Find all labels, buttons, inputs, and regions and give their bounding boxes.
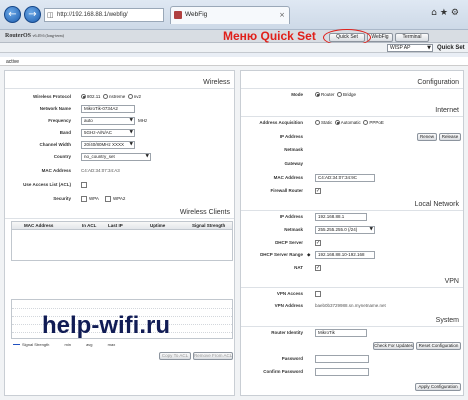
wpa-checkbox[interactable] xyxy=(81,196,87,202)
section-vpn: VPN xyxy=(444,278,459,285)
row-vpn-access: VPN Access xyxy=(241,290,463,299)
section-wireless: Wireless xyxy=(203,79,230,86)
row-local-ip: IP Address 192.168.88.1 xyxy=(241,213,463,222)
close-icon[interactable]: × xyxy=(279,7,285,23)
row-internet-mac: MAC Address C4:AD:34:07:34:9C xyxy=(241,174,463,183)
graph-legend: Signal Strength min avg max xyxy=(13,342,129,347)
browser-tab[interactable]: WebFig × xyxy=(170,6,290,24)
annotation-text: Меню Quick Set xyxy=(223,29,316,43)
mode-select[interactable]: WISP AP ▼ xyxy=(387,44,433,52)
renew-button[interactable]: Renew xyxy=(417,133,437,141)
remove-from-acl-button[interactable]: Remove From ACL xyxy=(193,352,233,360)
row-network-name: Network Name MikroTik-0734A2 xyxy=(5,105,234,114)
wireless-panel: Wireless Wireless Protocol 802.11 nstrem… xyxy=(4,70,235,396)
divider xyxy=(5,88,234,89)
divider xyxy=(241,287,463,288)
row-address-acquisition: Address Acquisition Static Automatic PPP… xyxy=(259,119,384,127)
row-channel-width: Channel Width 20/40/80MHz XXXX ▼ xyxy=(39,141,135,149)
row-local-netmask: Netmask 255.255.255.0 (/24) ▼ xyxy=(284,226,375,234)
section-local-network: Local Network xyxy=(414,201,459,208)
vpn-access-checkbox[interactable] xyxy=(315,291,321,297)
local-netmask-select[interactable]: 255.255.255.0 (/24) ▼ xyxy=(315,226,375,234)
country-select[interactable]: no_country_set ▼ xyxy=(81,153,151,161)
settings-panel: Configuration Mode Router Bridge Interne… xyxy=(240,70,464,396)
row-frequency: Frequency auto ▼ MHz xyxy=(48,117,148,125)
row-gateway: Gateway xyxy=(284,161,303,166)
divider xyxy=(5,218,234,219)
wireless-mac-value: C4:AD:34:07:34:A3 xyxy=(81,168,120,173)
page-icon: ◫ xyxy=(47,11,54,19)
row-router-identity: Router Identity MikroTik xyxy=(241,329,463,338)
row-use-acl: Use Access List (ACL) xyxy=(5,181,234,190)
vpn-address-value: baeb0b3729988.sn.mynetname.net xyxy=(315,303,386,308)
row-mode: Mode Router Bridge xyxy=(291,91,357,99)
wpa2-checkbox[interactable] xyxy=(105,196,111,202)
table-header: MAC Address In ACL Last IP Uptime Signal… xyxy=(12,222,232,230)
section-configuration: Configuration xyxy=(417,79,459,86)
acquisition-radios[interactable]: Static Automatic PPPoE xyxy=(315,119,384,127)
row-security: Security WPA WPA2 xyxy=(53,196,126,202)
back-arrow-icon[interactable]: ← xyxy=(4,6,21,23)
nat-checkbox[interactable]: ✓ xyxy=(315,265,321,271)
section-internet: Internet xyxy=(435,107,459,114)
watermark-text: help-wifi.ru xyxy=(42,312,170,339)
browser-menu-icons[interactable]: ⌂★⚙ xyxy=(431,8,462,18)
band-select[interactable]: 5GHz-A/N/AC ▼ xyxy=(81,129,135,137)
chevron-down-icon: ▼ xyxy=(427,45,431,51)
row-band: Band 5GHz-A/N/AC ▼ xyxy=(59,129,135,137)
divider xyxy=(241,116,463,117)
row-vpn-address: VPN Address baeb0b3729988.sn.mynetname.n… xyxy=(274,303,386,308)
local-ip-input[interactable]: 192.168.88.1 xyxy=(315,213,367,221)
dhcp-range-input[interactable]: 192.168.88.10-192.168 xyxy=(315,251,375,259)
terminal-button[interactable]: Terminal xyxy=(395,33,429,42)
routeros-logo: RouterOS v6.49.6 (long-term) xyxy=(5,33,64,39)
row-country: Country no_country_set ▼ xyxy=(53,153,151,161)
confirm-password-input[interactable] xyxy=(315,368,369,376)
row-confirm-password: Confirm Password xyxy=(241,368,463,377)
forward-arrow-icon[interactable]: → xyxy=(24,6,41,23)
firewall-checkbox[interactable]: ✓ xyxy=(315,188,321,194)
webfig-favicon-icon xyxy=(174,11,182,19)
protocol-radios[interactable]: 802.11 nstreme nv2 xyxy=(81,93,141,101)
apply-configuration-button[interactable]: Apply Configuration xyxy=(415,383,461,391)
browser-toolbar: ← → ◫ http://192.168.88.1/webfig/ WebFig… xyxy=(0,0,468,30)
row-dhcp-server: DHCP Server ✓ xyxy=(275,240,321,246)
mode-radios[interactable]: Router Bridge xyxy=(315,91,356,99)
status-bar: active xyxy=(0,57,468,66)
router-identity-input[interactable]: MikroTik xyxy=(315,329,367,337)
copy-to-acl-button[interactable]: Copy To ACL xyxy=(159,352,191,360)
dhcp-range-stepper-icon[interactable]: ◆ xyxy=(307,251,310,259)
clients-table[interactable]: MAC Address In ACL Last IP Uptime Signal… xyxy=(11,221,233,261)
channel-width-select[interactable]: 20/40/80MHz XXXX ▼ xyxy=(81,141,135,149)
release-button[interactable]: Release xyxy=(439,133,461,141)
main-content: Wireless Wireless Protocol 802.11 nstrem… xyxy=(0,66,468,400)
row-internet-netmask: Netmask xyxy=(284,147,303,152)
network-name-input[interactable]: MikroTik-0734A2 xyxy=(81,105,135,113)
row-wireless-protocol: Wireless Protocol 802.11 nstreme nv2 xyxy=(33,93,141,101)
dhcp-server-checkbox[interactable]: ✓ xyxy=(315,240,321,246)
address-bar[interactable]: ◫ http://192.168.88.1/webfig/ xyxy=(44,8,164,22)
divider xyxy=(241,88,463,89)
divider xyxy=(241,326,463,327)
section-wireless-clients: Wireless Clients xyxy=(179,209,230,216)
row-dhcp-range: DHCP Server Range ◆ 192.168.88.10-192.16… xyxy=(241,251,463,260)
row-mac-address: MAC Address C4:AD:34:07:34:A3 xyxy=(41,168,120,173)
section-system: System xyxy=(435,317,459,324)
frequency-select[interactable]: auto ▼ xyxy=(81,117,135,125)
password-input[interactable] xyxy=(315,355,369,363)
reset-configuration-button[interactable]: Reset Configuration xyxy=(416,342,461,350)
row-nat: NAT ✓ xyxy=(294,265,321,271)
divider xyxy=(241,210,463,211)
internet-mac-input[interactable]: C4:AD:34:07:34:9C xyxy=(315,174,375,182)
row-firewall-router: Firewall Router ✓ xyxy=(270,188,321,194)
check-for-updates-button[interactable]: Check For Updates xyxy=(373,342,414,350)
page-title: Quick Set xyxy=(437,45,465,51)
acl-checkbox[interactable] xyxy=(81,182,87,188)
row-password: Password xyxy=(241,355,463,364)
row-internet-ip: IP Address Renew Release xyxy=(241,133,463,142)
